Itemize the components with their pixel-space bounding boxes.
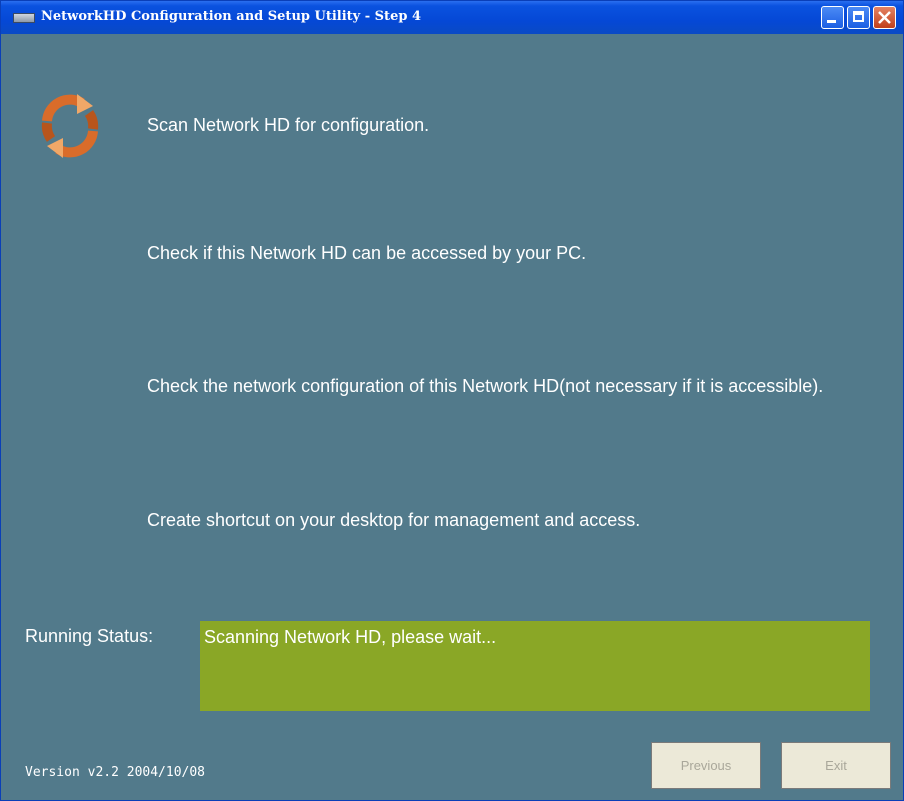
refresh-arrows-icon (41, 94, 99, 158)
running-status-box: Scanning Network HD, please wait... (200, 621, 870, 711)
step-shortcut-text: Create shortcut on your desktop for mana… (147, 510, 641, 530)
step-access-check-text: Check if this Network HD can be accessed… (147, 243, 587, 263)
window-title: NetworkHD Configuration and Setup Utilit… (41, 9, 421, 24)
close-button[interactable] (873, 6, 896, 29)
step-network-config-text: Check the network configuration of this … (147, 376, 824, 396)
running-status-label: Running Status: (25, 626, 154, 646)
running-status-message: Scanning Network HD, please wait... (204, 627, 497, 647)
step-scan-text: Scan Network HD for configuration. (147, 115, 430, 135)
minimize-button[interactable] (821, 6, 844, 29)
setup-utility-window: NetworkHD Configuration and Setup Utilit… (0, 0, 904, 801)
close-icon (878, 11, 891, 24)
previous-button[interactable]: Previous (651, 742, 761, 789)
version-text: Version v2.2 2004/10/08 (25, 765, 206, 780)
app-icon[interactable] (13, 13, 35, 23)
exit-button[interactable]: Exit (781, 742, 891, 789)
title-bar[interactable]: NetworkHD Configuration and Setup Utilit… (1, 1, 903, 34)
maximize-button[interactable] (847, 6, 870, 29)
